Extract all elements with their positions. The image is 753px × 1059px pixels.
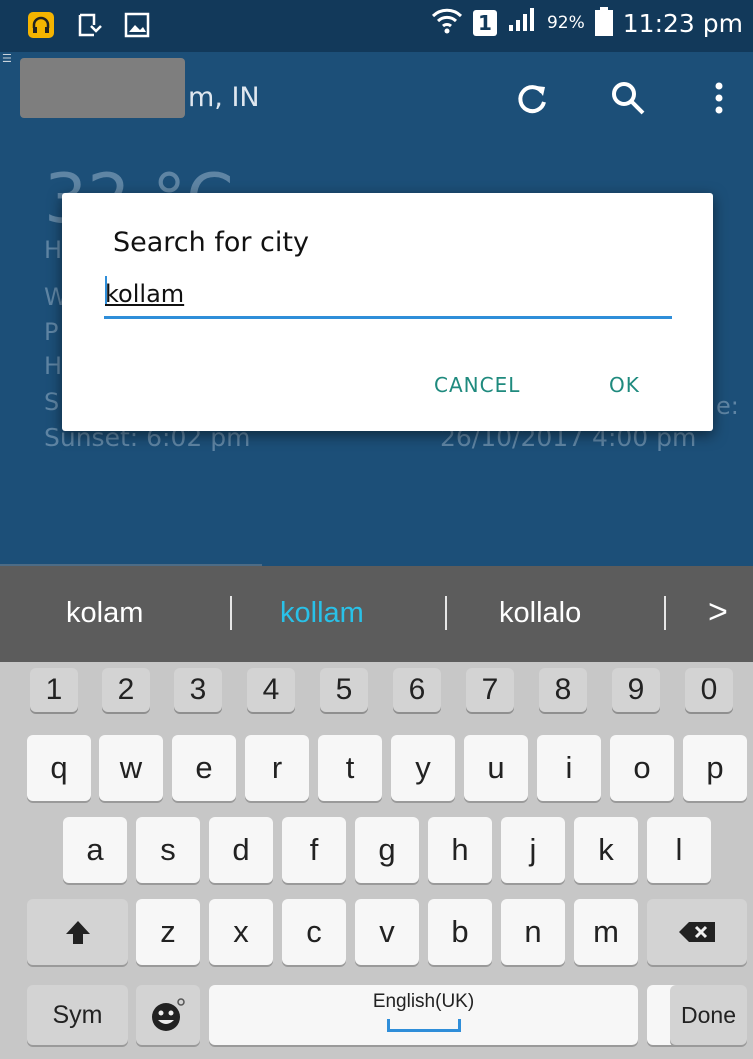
suggestion-item-selected[interactable]: kollam — [280, 597, 364, 630]
key-e[interactable]: e — [172, 735, 236, 801]
bg-edge-letter: P — [44, 318, 59, 346]
key-o[interactable]: o — [610, 735, 674, 801]
bg-edge-letter: S — [44, 388, 60, 416]
key-g[interactable]: g — [355, 817, 419, 883]
shift-key[interactable] — [27, 899, 128, 965]
key-r[interactable]: r — [245, 735, 309, 801]
suggestion-separator — [445, 596, 447, 630]
battery-percent: 92% — [546, 13, 585, 33]
key-i[interactable]: i — [537, 735, 601, 801]
wifi-icon — [431, 6, 463, 40]
key-3[interactable]: 3 — [174, 668, 222, 712]
suggestion-bar: kolam kollam kollalo > — [0, 566, 753, 662]
refresh-icon[interactable] — [512, 78, 552, 118]
done-key[interactable]: Done — [670, 985, 747, 1045]
city-search-value: kollam — [105, 280, 185, 308]
suggestion-separator — [230, 596, 232, 630]
key-l[interactable]: l — [647, 817, 711, 883]
cancel-button[interactable]: CANCEL — [434, 373, 520, 397]
shift-arrow-icon — [65, 921, 90, 944]
search-city-dialog: Search for city kollam CANCEL OK — [62, 193, 713, 431]
key-h[interactable]: h — [428, 817, 492, 883]
key-v[interactable]: v — [355, 899, 419, 965]
key-d[interactable]: d — [209, 817, 273, 883]
backspace-icon — [679, 922, 715, 942]
image-icon — [124, 12, 150, 38]
key-f[interactable]: f — [282, 817, 346, 883]
clock: 11:23 pm — [622, 8, 743, 38]
suggestion-separator — [664, 596, 666, 630]
backspace-key[interactable] — [647, 899, 747, 965]
search-icon[interactable] — [608, 78, 648, 118]
key-w[interactable]: w — [99, 735, 163, 801]
battery-icon — [594, 7, 613, 36]
corner-mark: ☰ — [2, 52, 12, 65]
status-bar: 1 92% 11:23 pm — [0, 0, 753, 52]
key-a[interactable]: a — [63, 817, 127, 883]
download-icon — [76, 12, 102, 38]
city-search-input[interactable]: kollam — [104, 276, 672, 319]
key-4[interactable]: 4 — [247, 668, 295, 712]
emoji-key[interactable] — [136, 985, 200, 1045]
key-n[interactable]: n — [501, 899, 565, 965]
sim-indicator: 1 — [472, 10, 497, 36]
key-q[interactable]: q — [27, 735, 91, 801]
key-2[interactable]: 2 — [102, 668, 150, 712]
key-c[interactable]: c — [282, 899, 346, 965]
key-b[interactable]: b — [428, 899, 492, 965]
headphones-icon — [28, 12, 54, 38]
signal-icon — [507, 7, 537, 39]
bg-edge-letter: H — [44, 352, 63, 380]
dialog-title: Search for city — [113, 227, 309, 258]
key-x[interactable]: x — [209, 899, 273, 965]
bg-edge-right: e: — [716, 392, 739, 420]
key-m[interactable]: m — [574, 899, 638, 965]
ok-button[interactable]: OK — [609, 373, 640, 397]
suggestion-item[interactable]: kollalo — [499, 597, 581, 630]
key-k[interactable]: k — [574, 817, 638, 883]
sym-key[interactable]: Sym — [27, 985, 128, 1045]
key-5[interactable]: 5 — [320, 668, 368, 712]
redacted-region — [20, 58, 185, 118]
key-0[interactable]: 0 — [685, 668, 733, 712]
space-key[interactable]: English(UK) — [209, 985, 638, 1045]
more-suggestions-button[interactable]: > — [708, 593, 728, 632]
key-6[interactable]: 6 — [393, 668, 441, 712]
bg-edge-letter: H — [44, 236, 63, 264]
key-z[interactable]: z — [136, 899, 200, 965]
overflow-menu-icon[interactable] — [704, 78, 744, 118]
space-bar-icon — [386, 1018, 461, 1032]
key-j[interactable]: j — [501, 817, 565, 883]
key-s[interactable]: s — [136, 817, 200, 883]
key-p[interactable]: p — [683, 735, 747, 801]
city-title: m, IN — [188, 82, 260, 113]
key-9[interactable]: 9 — [612, 668, 660, 712]
key-7[interactable]: 7 — [466, 668, 514, 712]
key-y[interactable]: y — [391, 735, 455, 801]
key-u[interactable]: u — [464, 735, 528, 801]
key-t[interactable]: t — [318, 735, 382, 801]
space-language-label: English(UK) — [372, 990, 475, 1012]
emoji-smiley-icon — [152, 998, 185, 1031]
suggestion-item[interactable]: kolam — [66, 597, 143, 630]
key-1[interactable]: 1 — [30, 668, 78, 712]
key-8[interactable]: 8 — [539, 668, 587, 712]
